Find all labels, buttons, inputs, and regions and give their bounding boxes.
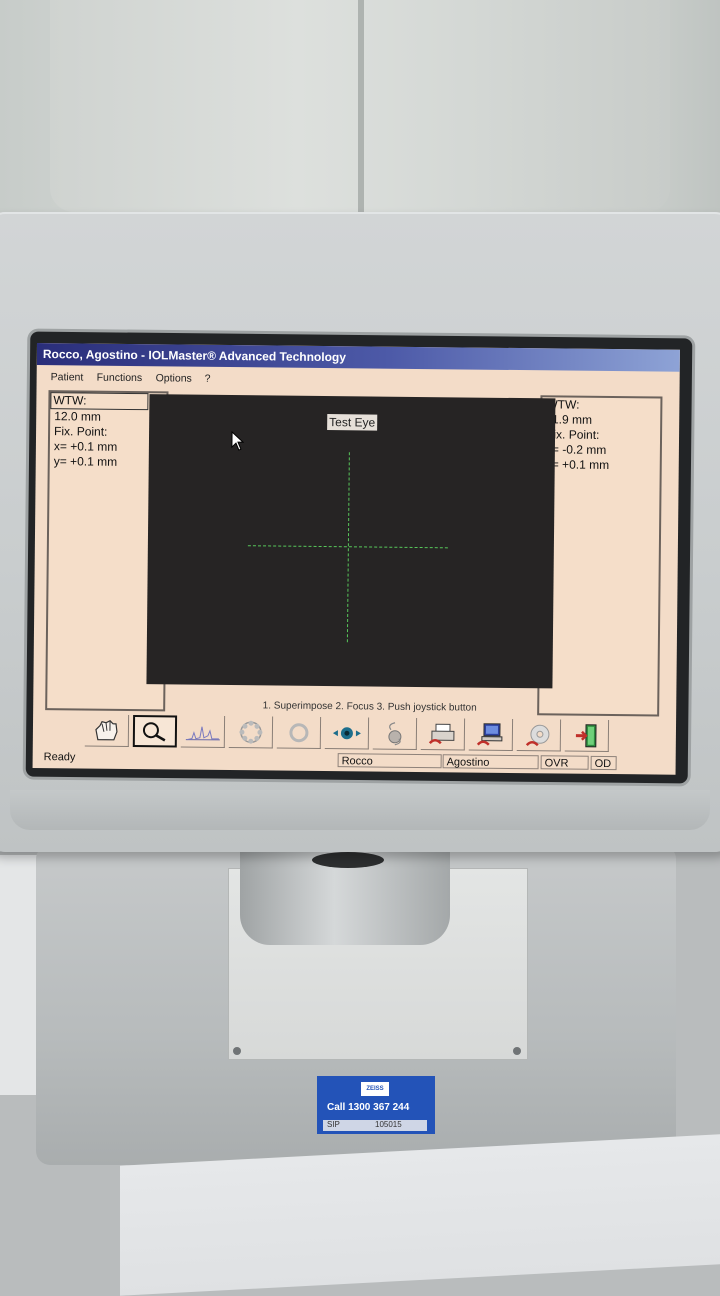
lens-icon [387,721,401,745]
fix-point-y: y= +0.1 mm [545,457,610,472]
menu-functions[interactable]: Functions [93,368,147,389]
menu-options[interactable]: Options [152,368,196,388]
iolmaster-screen: Rocco, Agostino - IOLMaster® Advanced Te… [32,343,680,775]
wtw-value: 11.9 mm [546,412,593,427]
waveform-icon [185,726,220,740]
stand-joint [312,852,384,868]
computer-icon [476,722,502,746]
right-eye-panel: WTW: 11.9 mm Fix. Point: x= -0.2 mm y= +… [537,395,663,717]
patient-first-name: Agostino [442,754,539,770]
printer-icon [428,723,454,744]
sip-field: SIP 105015 [323,1120,427,1131]
wtw-heading: WTW: [546,397,580,412]
wtw-heading: WTW: [50,392,149,411]
magnifier-icon [142,722,166,742]
fix-point-label: Fix. Point: [545,427,600,442]
tool-eye-button[interactable] [324,717,370,750]
eye-side: OD [590,755,617,771]
exit-door-icon [575,723,597,747]
sip-number: 105015 [375,1120,402,1129]
tool-ring-button[interactable] [276,716,322,749]
service-phone: Call 1300 367 244 [327,1102,410,1113]
eye-icon [332,726,361,739]
tool-print-button[interactable] [420,718,466,751]
menu-bar: Patient Functions Options ? [37,367,680,394]
menu-patient[interactable]: Patient [47,367,88,387]
tool-hand-button[interactable] [84,714,130,747]
fix-point-x: x= -0.2 mm [545,442,607,457]
sip-label: SIP [327,1120,340,1129]
tool-exit-button[interactable] [564,719,610,753]
tool-keratometer-button[interactable] [228,716,274,749]
service-sticker: ZEISS Call 1300 367 244 SIP 105015 [317,1076,435,1134]
tool-waveform-button[interactable] [180,715,226,748]
overwrite-mode: OVR [540,755,589,770]
ring-icon [288,722,308,742]
hand-icon [94,719,118,740]
tool-magnifier-button[interactable] [132,715,178,748]
menu-help[interactable]: ? [201,369,215,389]
zeiss-logo: ZEISS [361,1082,389,1096]
function-toolbar [84,714,655,755]
tool-computer-button[interactable] [468,718,514,752]
disc-icon [525,724,549,746]
camera-view[interactable]: Test Eye [146,394,556,689]
monitor-lower-lip [10,790,710,830]
keratometer-ring-icon [238,720,262,744]
test-eye-label: Test Eye [327,414,378,431]
mouse-pointer-icon [231,431,245,451]
housing-seam [358,0,364,215]
tool-disc-button[interactable] [516,719,562,752]
screw-icon [233,1047,241,1055]
tool-lens-button[interactable] [372,717,418,750]
patient-last-name: Rocco [337,753,442,769]
status-text: Ready [40,750,291,767]
screw-icon [513,1047,521,1055]
